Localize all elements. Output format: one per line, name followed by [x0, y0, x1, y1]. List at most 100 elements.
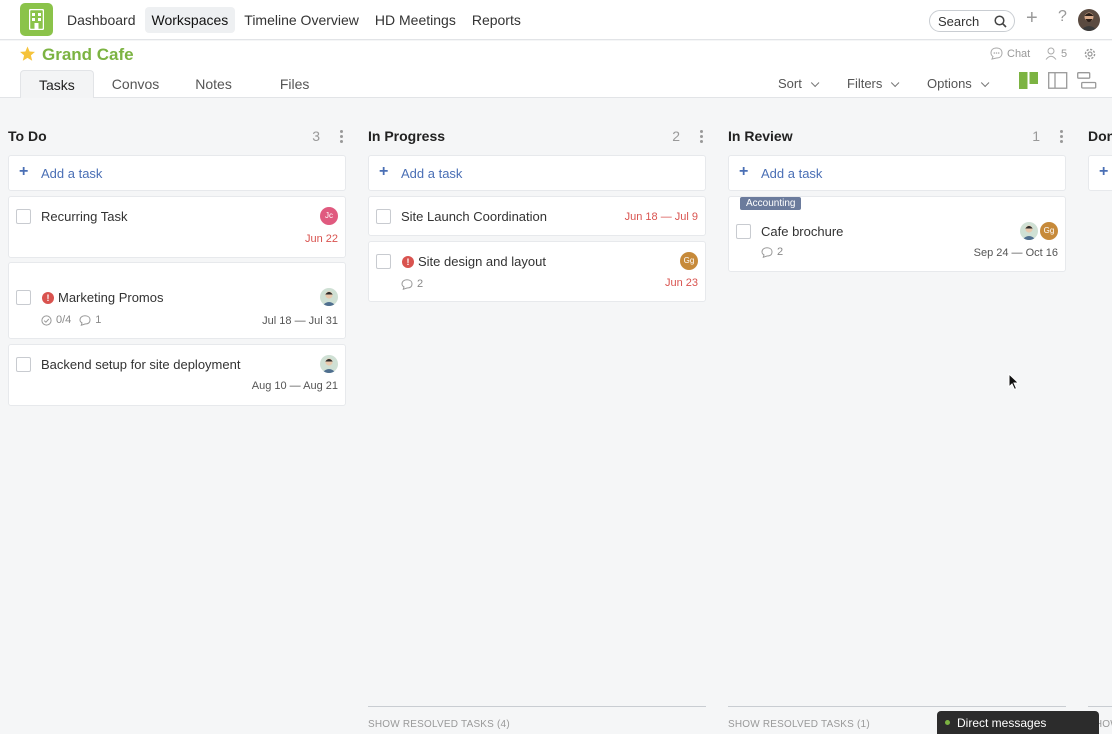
direct-messages-label: Direct messages — [957, 716, 1047, 730]
comment-count: 2 — [777, 246, 784, 258]
checklist-icon — [41, 314, 52, 326]
gear-icon[interactable] — [1083, 47, 1097, 61]
add-task-label: Add a task — [401, 166, 463, 181]
column-header: To Do 3 — [8, 128, 346, 148]
board-view-icon[interactable] — [1019, 72, 1039, 89]
column-to-do: To Do 3 + Add a task Recurring Task Jc J… — [8, 98, 346, 734]
more-vertical-icon[interactable] — [1060, 130, 1064, 145]
chevron-down-icon — [980, 78, 990, 88]
task-card[interactable]: ! Marketing Promos 0/4 1 Jul 18 — Jul 31 — [8, 262, 346, 339]
column-header: In Progress 2 — [368, 128, 706, 148]
tab-files[interactable]: Files — [250, 70, 328, 98]
workspace-title: Grand Cafe — [42, 45, 134, 64]
add-task-button[interactable]: + Add a task — [368, 155, 706, 191]
column-in-review: In Review 1 + Add a task Accounting Cafe… — [728, 98, 1066, 734]
task-title: Site Launch Coordination — [401, 209, 547, 224]
help-icon[interactable]: ? — [1058, 8, 1067, 26]
column-title: In Review — [728, 128, 793, 144]
column-done: Done + SHOW — [1088, 98, 1112, 734]
sort-dropdown[interactable]: Sort — [778, 76, 820, 91]
chevron-down-icon — [810, 78, 820, 88]
add-task-button[interactable]: + Add a task — [728, 155, 1066, 191]
tab-tasks[interactable]: Tasks — [20, 70, 94, 98]
assignee-avatar[interactable] — [320, 355, 338, 373]
task-card[interactable]: ! Site design and layout Gg 2 Jun 23 — [368, 241, 706, 302]
workspace-header: Grand Cafe Chat 5 Tasks Convos Notes Fil… — [0, 41, 1112, 98]
nav-hd-meetings[interactable]: HD Meetings — [368, 7, 463, 33]
nav-timeline-overview[interactable]: Timeline Overview — [237, 7, 366, 33]
task-card[interactable]: Site Launch Coordination Jun 18 — Jul 9 — [368, 196, 706, 236]
chat-link[interactable]: Chat — [990, 47, 1030, 60]
column-count: 3 — [312, 128, 320, 144]
nav-reports[interactable]: Reports — [465, 7, 528, 33]
add-task-button[interactable]: + Add a task — [8, 155, 346, 191]
column-in-progress: In Progress 2 + Add a task Site Launch C… — [368, 98, 706, 734]
task-card[interactable]: Backend setup for site deployment Aug 10… — [8, 344, 346, 406]
due-date: Jun 23 — [664, 277, 698, 289]
tab-convos[interactable]: Convos — [94, 70, 177, 98]
comment-count: 1 — [95, 314, 102, 326]
app-logo[interactable] — [20, 3, 53, 36]
task-checkbox[interactable] — [376, 209, 391, 224]
plus-icon: + — [1099, 163, 1109, 180]
column-header: In Review 1 — [728, 128, 1066, 148]
add-task-label: Add a task — [41, 166, 103, 181]
task-checkbox[interactable] — [16, 290, 31, 305]
task-checkbox[interactable] — [16, 209, 31, 224]
task-card[interactable]: Accounting Cafe brochure Gg 2 Sep 24 — O… — [728, 196, 1066, 272]
timeline-view-icon[interactable] — [1077, 72, 1097, 89]
alert-icon: ! — [402, 256, 414, 268]
task-checkbox[interactable] — [736, 224, 751, 239]
task-title: Recurring Task — [41, 209, 128, 224]
nav-workspaces[interactable]: Workspaces — [144, 7, 236, 33]
assignee-avatar[interactable]: Gg — [680, 252, 698, 270]
due-date: Jun 22 — [304, 233, 338, 245]
options-label: Options — [927, 76, 972, 91]
plus-icon: + — [739, 163, 749, 180]
search-input[interactable]: Search — [929, 10, 1015, 32]
tag-accounting[interactable]: Accounting — [740, 197, 802, 210]
due-date: Jul 18 — Jul 31 — [262, 315, 338, 327]
task-checkbox[interactable] — [16, 357, 31, 372]
nav-dashboard[interactable]: Dashboard — [60, 7, 143, 33]
column-header: Done — [1088, 128, 1112, 148]
task-title: Site design and layout — [418, 254, 546, 269]
task-card[interactable]: Recurring Task Jc Jun 22 — [8, 196, 346, 258]
show-resolved-link[interactable]: SHOW RESOLVED TASKS (4) — [368, 706, 706, 730]
comment-count: 2 — [417, 278, 424, 290]
due-date: Sep 24 — Oct 16 — [973, 247, 1058, 259]
member-count: 5 — [1061, 47, 1068, 60]
members-link[interactable]: 5 — [1045, 47, 1067, 60]
add-task-label: Add a task — [761, 166, 823, 181]
column-title: In Progress — [368, 128, 446, 144]
chat-label: Chat — [1007, 47, 1031, 60]
task-meta: 0/4 1 — [41, 314, 101, 326]
assignee-avatar[interactable]: Gg — [1040, 222, 1058, 240]
add-task-button[interactable]: + — [1088, 155, 1112, 191]
task-title: Marketing Promos — [58, 290, 164, 305]
assignee-avatar[interactable] — [320, 288, 338, 306]
task-title: Cafe brochure — [761, 224, 844, 239]
assignee-avatar[interactable] — [1020, 222, 1038, 240]
add-icon[interactable]: + — [1026, 8, 1038, 28]
checklist-progress: 0/4 — [56, 314, 72, 326]
star-icon[interactable] — [19, 46, 36, 62]
column-count: 2 — [672, 128, 680, 144]
assignee-avatar[interactable]: Jc — [320, 207, 338, 225]
more-vertical-icon[interactable] — [340, 130, 344, 145]
chevron-down-icon — [891, 78, 900, 88]
options-dropdown[interactable]: Options — [927, 76, 990, 91]
online-status-dot — [945, 720, 950, 725]
column-title: Done — [1088, 128, 1112, 144]
person-icon — [1045, 47, 1057, 60]
task-checkbox[interactable] — [376, 254, 391, 269]
user-avatar[interactable] — [1078, 9, 1100, 31]
more-vertical-icon[interactable] — [700, 130, 704, 145]
tab-notes[interactable]: Notes — [177, 70, 250, 98]
main-nav: Dashboard Workspaces Timeline Overview H… — [60, 7, 528, 33]
filters-dropdown[interactable]: Filters — [847, 76, 900, 91]
search-placeholder: Search — [938, 14, 980, 29]
direct-messages-bar[interactable]: Direct messages — [937, 711, 1099, 734]
split-view-icon[interactable] — [1048, 72, 1068, 89]
comment-icon — [761, 246, 773, 258]
